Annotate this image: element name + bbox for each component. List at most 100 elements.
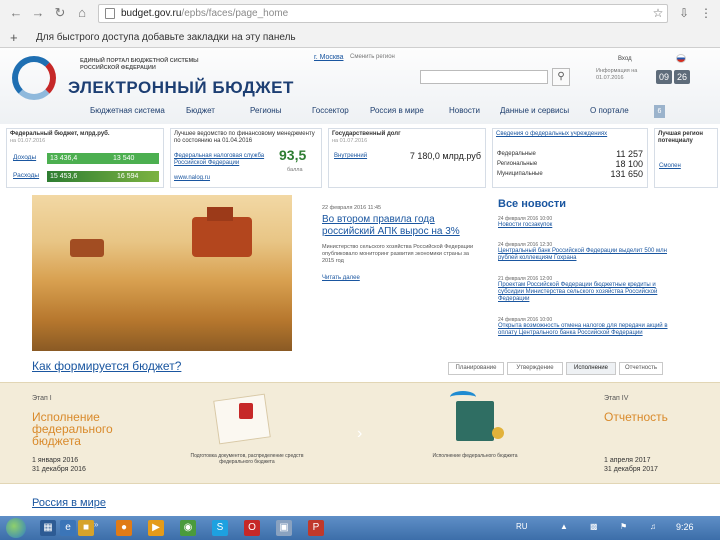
reload-icon[interactable]: ↻: [52, 5, 68, 21]
combine-cab-shape: [207, 207, 233, 221]
news-link[interactable]: Открыта возможность отмена налогов для п…: [498, 323, 668, 337]
income-row[interactable]: Доходы 13 436,4 13 540: [13, 153, 163, 164]
institutions-municipal-value: 131 650: [610, 169, 643, 179]
tab-reporting[interactable]: Отчетность: [619, 362, 663, 375]
agency-site-link[interactable]: www.nalog.ru: [174, 175, 210, 181]
star-icon[interactable]: ☆: [650, 5, 666, 21]
best-region-link[interactable]: Смолен: [659, 163, 681, 169]
news-link[interactable]: Центральный банк Российской Федерации вы…: [498, 248, 668, 262]
clock-hours: 09: [656, 70, 672, 84]
tray-arrow-icon[interactable]: ▲: [560, 522, 568, 531]
news-item[interactable]: 24 февраля 2016 12:30 Центральный банк Р…: [498, 242, 668, 262]
income-label[interactable]: Доходы: [13, 154, 36, 161]
nav-budget[interactable]: Бюджет: [186, 106, 215, 115]
site-header: ЕДИНЫЙ ПОРТАЛ БЮДЖЕТНОЙ СИСТЕМЫ РОССИЙСК…: [0, 48, 720, 124]
opera-icon[interactable]: O: [244, 520, 260, 536]
add-bookmark-icon[interactable]: +: [10, 28, 18, 47]
main-nav: Бюджетная система Бюджет Регионы Госсект…: [0, 104, 720, 120]
language-indicator[interactable]: RU: [516, 522, 528, 531]
stage-left-start: 1 января 2016: [32, 457, 79, 464]
flag-icon[interactable]: ⚑: [620, 522, 627, 531]
panel-title: Государственный долг: [332, 131, 401, 137]
institutions-regional-value: 18 100: [615, 159, 643, 169]
chevron-right-icon[interactable]: ›: [357, 425, 362, 443]
featured-read-more[interactable]: Читать далее: [322, 275, 360, 281]
page-icon: [105, 8, 115, 19]
clock-time[interactable]: 9:26: [676, 522, 694, 532]
search-icon[interactable]: ⚲: [552, 68, 570, 86]
volume-icon[interactable]: ♫: [650, 522, 656, 531]
expense-row[interactable]: Расходы 15 453,6 16 594: [13, 171, 163, 182]
expense-bar: 15 453,6 16 594: [47, 171, 159, 182]
back-icon[interactable]: ←: [8, 5, 24, 21]
agency-link[interactable]: Федеральная налоговая служба Российской …: [174, 153, 274, 167]
chrome-icon[interactable]: ◉: [180, 520, 196, 536]
nav-russia-world[interactable]: Россия в мире: [370, 106, 424, 115]
explorer-icon[interactable]: ▣: [276, 520, 292, 536]
stage-left-name: Исполнение федерального бюджета: [32, 410, 113, 448]
nav-budget-system[interactable]: Бюджетная система: [90, 106, 165, 115]
start-button-icon[interactable]: [6, 518, 26, 538]
tab-execution[interactable]: Исполнение: [566, 362, 616, 375]
stage-right-name: Отчетность: [604, 410, 668, 424]
logo-title[interactable]: ЭЛЕКТРОННЫЙ БЮДЖЕТ: [68, 78, 294, 98]
stage-right-caption: Исполнение федерального бюджета: [432, 453, 518, 459]
menu-icon[interactable]: ⋮: [698, 5, 714, 21]
browser-chrome: ← → ↻ ⌂ budget.gov.ru/epbs/faces/page_ho…: [0, 0, 720, 48]
presentation-icon[interactable]: P: [308, 520, 324, 536]
accessibility-button[interactable]: 6: [654, 105, 665, 118]
forward-icon[interactable]: →: [30, 5, 46, 21]
featured-image[interactable]: [32, 195, 292, 351]
stage-right-label: Этап IV: [604, 395, 629, 402]
taskbar-overflow-icon[interactable]: »: [94, 520, 98, 529]
institutions-federal-label: Федеральные: [497, 151, 536, 157]
combine-far-shape: [70, 239, 104, 257]
news-item[interactable]: 21 февраля 2016 12:00 Проектам Российско…: [498, 276, 668, 303]
panel-date: на 01.07.2016: [332, 138, 368, 144]
panel-title[interactable]: Сведения о федеральных учреждениях: [493, 129, 647, 138]
news-link[interactable]: Проектам Российской Федерации бюджетные …: [498, 282, 668, 303]
news-item[interactable]: 24 февраля 2016 10:00 Новости госзакупок: [498, 216, 668, 229]
news-link[interactable]: Новости госзакупок: [498, 222, 668, 229]
expense-label[interactable]: Расходы: [13, 172, 39, 179]
stages-strip: Этап I Исполнение федерального бюджета 1…: [0, 382, 720, 484]
logo-icon[interactable]: [12, 56, 56, 100]
nav-public-sector[interactable]: Госсектор: [312, 106, 349, 115]
debt-domestic-link[interactable]: Внутренний: [334, 153, 367, 159]
skype-icon[interactable]: S: [212, 520, 228, 536]
nav-data-services[interactable]: Данные и сервисы: [500, 106, 569, 115]
nav-news[interactable]: Новости: [449, 106, 480, 115]
featured-text: Министерство сельского хозяйства Российс…: [322, 244, 474, 264]
desktop-icon[interactable]: ▦: [40, 520, 56, 536]
news-item[interactable]: 24 февраля 2016 10:00 Открыта возможност…: [498, 317, 668, 337]
tab-approval[interactable]: Утверждение: [507, 362, 563, 375]
all-news-link[interactable]: Все новости: [498, 198, 566, 210]
formation-title[interactable]: Как формируется бюджет?: [32, 359, 181, 373]
media-player-icon[interactable]: ▶: [148, 520, 164, 536]
change-region-link[interactable]: Сменить регион: [350, 54, 395, 60]
russia-in-world-link[interactable]: Россия в мире: [32, 497, 106, 509]
panel-state-debt: Государственный долг на 01.07.2016 Внутр…: [328, 128, 486, 188]
coins-icon: [492, 427, 504, 439]
institutions-municipal-label: Муниципальные: [497, 171, 543, 177]
folder-icon[interactable]: ■: [78, 520, 94, 536]
address-bar[interactable]: budget.gov.ru/epbs/faces/page_home: [98, 4, 668, 23]
search-input[interactable]: [420, 70, 548, 84]
stage-right-end: 31 декабря 2017: [604, 466, 658, 473]
nav-about[interactable]: О портале: [590, 106, 629, 115]
login-link[interactable]: Вход: [618, 56, 632, 62]
nav-regions[interactable]: Регионы: [250, 106, 281, 115]
panel-institutions: Сведения о федеральных учреждениях Федер…: [492, 128, 648, 188]
download-icon[interactable]: ⇩: [676, 5, 692, 21]
home-icon[interactable]: ⌂: [74, 5, 90, 21]
tab-planning[interactable]: Планирование: [448, 362, 504, 375]
featured-date: 22 февраля 2016 11:45: [322, 205, 382, 211]
ie-icon[interactable]: e: [60, 520, 76, 536]
panel-date: на 01.07.2016: [10, 138, 46, 144]
language-flag-icon[interactable]: [676, 54, 686, 63]
featured-title[interactable]: Во втором правила года российский АПК вы…: [322, 214, 482, 238]
firefox-icon[interactable]: ●: [116, 520, 132, 536]
network-icon[interactable]: ▩: [590, 522, 598, 531]
region-link[interactable]: г. Москва: [314, 54, 344, 61]
expense-plan-value: 16 594: [117, 173, 139, 180]
